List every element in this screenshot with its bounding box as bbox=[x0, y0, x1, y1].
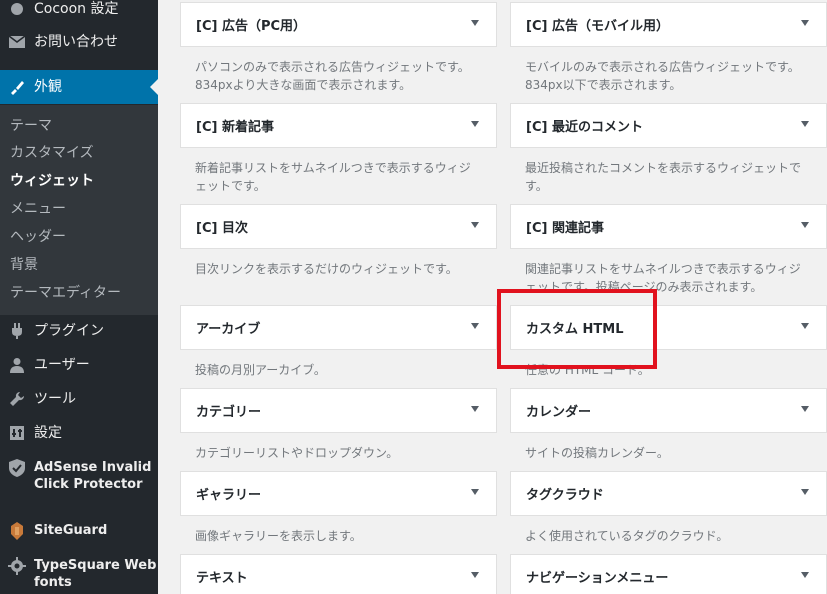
widget-description: 投稿の月別アーカイブ。 bbox=[195, 363, 326, 377]
widget-description: 画像ギャラリーを表示します。 bbox=[195, 529, 362, 543]
caret-down-icon[interactable] bbox=[801, 121, 809, 127]
submenu-theme-editor[interactable]: テーマエディター bbox=[10, 284, 121, 302]
caret-down-icon[interactable] bbox=[471, 572, 479, 578]
widget-description: モバイルのみで表示される広告ウィジェットです。834px以下で表示されます。 bbox=[525, 60, 800, 92]
menu-label: ユーザー bbox=[34, 357, 90, 373]
caret-down-icon[interactable] bbox=[801, 406, 809, 412]
widget-title: [C] 新着記事 bbox=[196, 120, 274, 135]
menu-label: SiteGuard bbox=[34, 523, 108, 538]
settings-icon bbox=[8, 424, 26, 442]
plugin-icon bbox=[8, 322, 26, 340]
widget-title: テキスト bbox=[196, 571, 248, 586]
widget-description: カテゴリーリストやドロップダウン。 bbox=[195, 446, 399, 460]
menu-contact[interactable]: お問い合わせ bbox=[0, 33, 158, 51]
widget-title: [C] 関連記事 bbox=[526, 221, 604, 236]
submenu-widgets[interactable]: ウィジェット bbox=[10, 172, 94, 190]
widget-description: サイトの投稿カレンダー。 bbox=[525, 446, 669, 460]
submenu-menus[interactable]: メニュー bbox=[10, 200, 66, 218]
widget-nav-menu[interactable]: ナビゲーションメニュー bbox=[510, 554, 827, 594]
widget-recent-comments[interactable]: [C] 最近のコメント bbox=[510, 103, 827, 148]
widget-title: カレンダー bbox=[526, 405, 592, 420]
widget-ad-mobile[interactable]: [C] 広告（モバイル用） bbox=[510, 2, 827, 47]
caret-down-icon[interactable] bbox=[471, 121, 479, 127]
menu-cocoon-settings[interactable]: Cocoon 設定 bbox=[0, 0, 158, 18]
menu-label: プラグイン bbox=[34, 323, 104, 339]
paintbrush-icon bbox=[8, 78, 26, 96]
menu-label: TypeSquare Webfonts bbox=[34, 558, 157, 590]
widget-description: パソコンのみで表示される広告ウィジェットです。834pxより大きな画面で表示され… bbox=[195, 60, 470, 92]
menu-label: AdSense Invalid Click Protector bbox=[34, 460, 152, 492]
menu-label: お問い合わせ bbox=[34, 34, 118, 50]
menu-typesquare[interactable]: TypeSquare Webfonts bbox=[0, 557, 158, 591]
widget-text[interactable]: テキスト bbox=[180, 554, 497, 594]
menu-users[interactable]: ユーザー bbox=[0, 356, 158, 374]
widget-title: [C] 目次 bbox=[196, 221, 248, 236]
widget-title: [C] 広告（PC用） bbox=[196, 19, 307, 34]
appearance-submenu: テーマ カスタマイズ ウィジェット メニュー ヘッダー 背景 テーマエディター bbox=[0, 105, 158, 315]
widget-toc[interactable]: [C] 目次 bbox=[180, 204, 497, 249]
widget-categories[interactable]: カテゴリー bbox=[180, 388, 497, 433]
user-icon bbox=[8, 356, 26, 374]
menu-adsense-protector[interactable]: AdSense Invalid Click Protector bbox=[0, 459, 158, 493]
widget-archives[interactable]: アーカイブ bbox=[180, 305, 497, 350]
submenu-header[interactable]: ヘッダー bbox=[10, 228, 66, 246]
highlight-annotation-box bbox=[497, 289, 657, 369]
siteguard-icon bbox=[8, 522, 26, 540]
caret-down-icon[interactable] bbox=[471, 323, 479, 329]
menu-settings[interactable]: 設定 bbox=[0, 424, 158, 442]
widget-description: 最近投稿されたコメントを表示するウィジェットです。 bbox=[525, 161, 802, 193]
menu-plugins[interactable]: プラグイン bbox=[0, 322, 158, 340]
widget-title: [C] 最近のコメント bbox=[526, 120, 643, 135]
mail-icon bbox=[8, 33, 26, 51]
submenu-customize[interactable]: カスタマイズ bbox=[10, 144, 94, 162]
caret-down-icon[interactable] bbox=[801, 489, 809, 495]
caret-down-icon[interactable] bbox=[801, 222, 809, 228]
circle-icon bbox=[8, 0, 26, 18]
widget-title: カテゴリー bbox=[196, 405, 262, 420]
widget-gallery[interactable]: ギャラリー bbox=[180, 471, 497, 516]
caret-down-icon[interactable] bbox=[801, 20, 809, 26]
caret-down-icon[interactable] bbox=[801, 323, 809, 329]
widget-title: タグクラウド bbox=[526, 488, 604, 503]
menu-label: 設定 bbox=[34, 425, 62, 441]
widget-description: 新着記事リストをサムネイルつきで表示するウィジェットです。 bbox=[195, 161, 471, 193]
shield-icon bbox=[8, 459, 26, 477]
widget-description: よく使用されているタグのクラウド。 bbox=[525, 529, 729, 543]
widget-title: [C] 広告（モバイル用） bbox=[526, 19, 669, 34]
widget-description: 目次リンクを表示するだけのウィジェットです。 bbox=[195, 262, 458, 276]
widget-title: ギャラリー bbox=[196, 488, 262, 503]
widget-calendar[interactable]: カレンダー bbox=[510, 388, 827, 433]
caret-down-icon[interactable] bbox=[471, 20, 479, 26]
menu-tools[interactable]: ツール bbox=[0, 390, 158, 408]
caret-down-icon[interactable] bbox=[471, 406, 479, 412]
widget-new-posts[interactable]: [C] 新着記事 bbox=[180, 103, 497, 148]
menu-label: Cocoon 設定 bbox=[34, 1, 119, 17]
widget-ad-pc[interactable]: [C] 広告（PC用） bbox=[180, 2, 497, 47]
menu-appearance[interactable]: 外観 bbox=[0, 70, 158, 104]
widget-tag-cloud[interactable]: タグクラウド bbox=[510, 471, 827, 516]
menu-label: 外観 bbox=[34, 79, 62, 95]
admin-sidebar: Cocoon 設定 お問い合わせ 外観 テーマ カスタマイズ ウィジェット メニ… bbox=[0, 0, 158, 594]
widget-related-posts[interactable]: [C] 関連記事 bbox=[510, 204, 827, 249]
caret-down-icon[interactable] bbox=[471, 222, 479, 228]
wrench-icon bbox=[8, 390, 26, 408]
menu-siteguard[interactable]: SiteGuard bbox=[0, 522, 158, 540]
gear-icon bbox=[8, 557, 26, 575]
caret-down-icon[interactable] bbox=[801, 572, 809, 578]
widget-title: アーカイブ bbox=[196, 322, 261, 337]
widget-title: ナビゲーションメニュー bbox=[526, 571, 669, 586]
caret-down-icon[interactable] bbox=[471, 489, 479, 495]
submenu-background[interactable]: 背景 bbox=[10, 256, 38, 274]
submenu-theme[interactable]: テーマ bbox=[10, 117, 52, 135]
menu-label: ツール bbox=[34, 391, 76, 407]
